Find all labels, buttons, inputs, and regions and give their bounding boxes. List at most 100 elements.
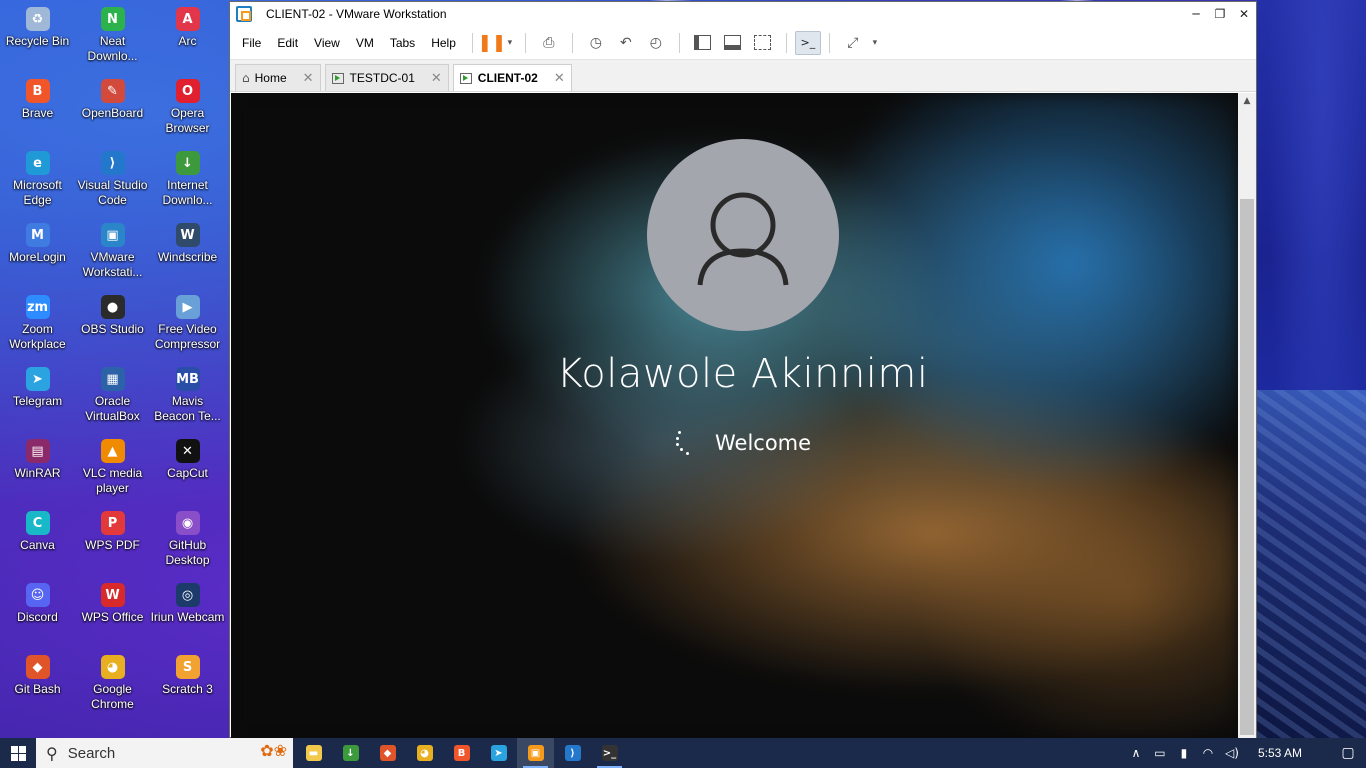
desktop-icon[interactable]: ✎ OpenBoard [75, 76, 150, 148]
scrollbar-thumb[interactable] [1240, 199, 1254, 735]
notifications-icon[interactable]: ▢ [1330, 745, 1366, 761]
taskbar-app-button[interactable]: ◕ [406, 738, 443, 768]
tab-close-icon[interactable]: ✕ [431, 71, 442, 86]
terminal-taskbar-icon: >_ [601, 745, 618, 761]
minimize-button[interactable]: ─ [1184, 3, 1208, 25]
search-highlight-icon: ✿❀ [260, 741, 287, 760]
menu-help[interactable]: Help [423, 36, 464, 50]
desktop-icon[interactable]: W WPS Office [75, 580, 150, 652]
wifi-icon[interactable]: ◠ [1196, 746, 1220, 760]
desktop-icon[interactable]: ▦ Oracle VirtualBox [75, 364, 150, 436]
taskbar-search[interactable]: ⚲ Search ✿❀ [36, 738, 293, 768]
send-ctrl-alt-del-button[interactable]: ⎙ [534, 29, 564, 57]
desktop-icon[interactable]: e Microsoft Edge [0, 148, 75, 220]
tab-client-02[interactable]: CLIENT-02 ✕ [452, 64, 572, 91]
taskbar-app-button[interactable]: >_ [591, 738, 628, 768]
taskbar-app-button[interactable]: ⟩ [554, 738, 591, 768]
taskbar-app-button[interactable]: ▣ [517, 738, 554, 768]
taskbar-app-button[interactable]: B [443, 738, 480, 768]
desktop-icon-label: GitHub Desktop [165, 538, 210, 567]
desktop-icon[interactable]: ➤ Telegram [0, 364, 75, 436]
desktop-icon[interactable]: ↓ Internet Downlo... [150, 148, 225, 220]
thumbnail-layout-icon [724, 35, 742, 50]
menu-view[interactable]: View [306, 36, 348, 50]
taskbar-app-button[interactable]: ➤ [480, 738, 517, 768]
desktop-icon[interactable]: C Canva [0, 508, 75, 580]
tray-overflow-icon[interactable]: ∧ [1124, 746, 1148, 760]
opera-icon: O [175, 79, 200, 103]
windscribe-icon: W [175, 223, 200, 247]
desktop-icon[interactable]: ♻ Recycle Bin [0, 4, 75, 76]
desktop-icon[interactable]: ◎ Iriun Webcam [150, 580, 225, 652]
tab-label: CLIENT-02 [477, 71, 538, 85]
git-taskbar-icon: ◆ [379, 745, 396, 761]
desktop-icon-label: Neat Downlo... [87, 34, 138, 63]
snapshot-manager-button[interactable]: ◴ [641, 29, 671, 57]
scroll-up-icon[interactable]: ▲ [1238, 93, 1256, 109]
power-dropdown-icon[interactable]: ▾ [503, 29, 517, 57]
desktop-icon[interactable]: N Neat Downlo... [75, 4, 150, 76]
fullscreen-button[interactable] [748, 29, 778, 57]
taskbar-app-button[interactable]: ↓ [332, 738, 369, 768]
github-desktop-icon: ◉ [175, 511, 200, 535]
desktop-icon[interactable]: B Brave [0, 76, 75, 148]
desktop-icon[interactable]: ▶ Free Video Compressor [150, 292, 225, 364]
arc-icon: A [175, 7, 200, 31]
desktop-icon[interactable]: ● OBS Studio [75, 292, 150, 364]
tab-close-icon[interactable]: ✕ [303, 71, 314, 86]
tab-close-icon[interactable]: ✕ [554, 71, 565, 86]
vm-icon [331, 72, 344, 84]
taskbar-app-button[interactable]: ▬ [295, 738, 332, 768]
menu-tabs[interactable]: Tabs [382, 36, 423, 50]
desktop-icon[interactable]: P WPS PDF [75, 508, 150, 580]
idm-icon: ↓ [175, 151, 200, 175]
console-view-button[interactable]: >_ [794, 30, 821, 55]
desktop-icon[interactable]: ▣ VMware Workstati... [75, 220, 150, 292]
restore-button[interactable]: ❐ [1208, 3, 1232, 25]
desktop-icon-label: Internet Downlo... [162, 178, 213, 207]
desktop-icon[interactable]: W Windscribe [150, 220, 225, 292]
pause-vm-button[interactable]: ❚❚ [478, 29, 507, 57]
vertical-scrollbar[interactable]: ▲ [1238, 93, 1256, 738]
start-button[interactable] [0, 738, 36, 768]
volume-icon[interactable]: ◁) [1220, 746, 1244, 760]
battery-icon[interactable]: ▮ [1172, 746, 1196, 760]
tab-testdc-01[interactable]: TESTDC-01 ✕ [324, 64, 449, 91]
clock[interactable]: 5:53 AM [1258, 746, 1302, 760]
desktop-icon-label: Arc [178, 34, 197, 48]
desktop-icon[interactable]: O Opera Browser [150, 76, 225, 148]
thumbnail-bar-button[interactable] [718, 29, 748, 57]
desktop-icon[interactable]: ⟩ Visual Studio Code [75, 148, 150, 220]
stretch-dropdown-icon[interactable]: ▾ [868, 29, 882, 57]
toolbar-divider [524, 32, 526, 53]
take-snapshot-button[interactable]: ◷ [581, 29, 611, 57]
desktop-icon[interactable]: ◉ GitHub Desktop [150, 508, 225, 580]
menu-vm[interactable]: VM [348, 36, 382, 50]
desktop-icon[interactable]: ☺ Discord [0, 580, 75, 652]
desktop-icon[interactable]: ▤ WinRAR [0, 436, 75, 508]
close-button[interactable]: ✕ [1232, 3, 1256, 25]
tab-home[interactable]: ⌂ Home ✕ [235, 64, 321, 91]
menu-file[interactable]: File [234, 36, 269, 50]
desktop-icon[interactable]: MB Mavis Beacon Te... [150, 364, 225, 436]
desktop-icon[interactable]: zm Zoom Workplace [0, 292, 75, 364]
taskbar-app-button[interactable]: ◆ [369, 738, 406, 768]
show-library-button[interactable] [688, 29, 718, 57]
stretch-guest-button[interactable]: ⤢ [838, 29, 868, 57]
desktop-icon[interactable]: ◕ Google Chrome [75, 652, 150, 724]
meet-now-icon[interactable]: ▭ [1148, 746, 1172, 760]
desktop-icon[interactable]: M MoreLogin [0, 220, 75, 292]
zoom-icon: zm [25, 295, 50, 319]
desktop-icon[interactable]: ✕ CapCut [150, 436, 225, 508]
desktop-icon[interactable]: ◆ Git Bash [0, 652, 75, 724]
desktop-icon[interactable]: S Scratch 3 [150, 652, 225, 724]
tab-label: TESTDC-01 [349, 71, 415, 85]
revert-snapshot-button[interactable]: ↶ [611, 29, 641, 57]
search-icon: ⚲ [46, 743, 58, 763]
desktop-icon[interactable]: A Arc [150, 4, 225, 76]
desktop-icon[interactable]: ▲ VLC media player [75, 436, 150, 508]
menu-edit[interactable]: Edit [269, 36, 306, 50]
guest-console[interactable]: Kolawole Akinnimi Welcome [231, 93, 1238, 738]
desktop-icon-label: Visual Studio Code [77, 178, 148, 207]
window-title: CLIENT-02 - VMware Workstation [266, 7, 447, 21]
